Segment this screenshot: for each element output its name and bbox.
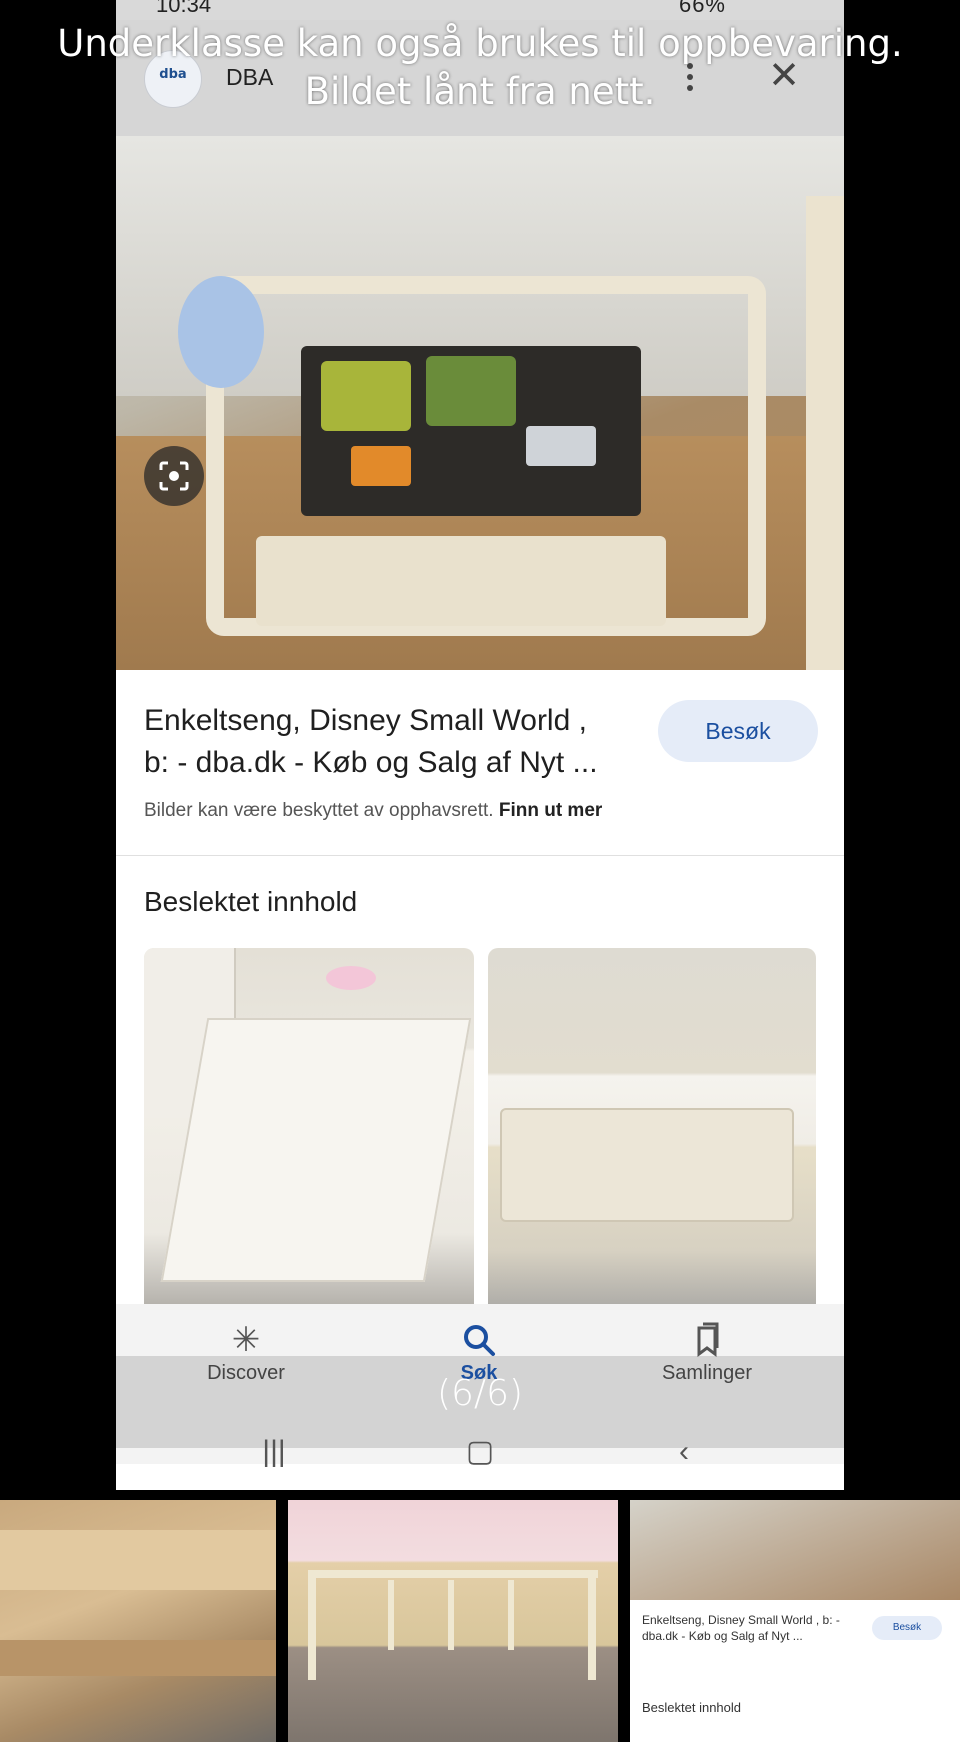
back-icon[interactable]: ‹	[664, 1432, 704, 1472]
result-title-line1: Enkeltseng, Disney Small World ,	[144, 704, 587, 737]
status-battery: 66%	[678, 0, 726, 17]
strip-visit-button: Besøk	[872, 1616, 942, 1640]
result-title[interactable]: Enkeltseng, Disney Small World , b: - db…	[144, 700, 614, 784]
visit-button[interactable]: Besøk	[658, 700, 818, 762]
main-image[interactable]	[116, 136, 844, 670]
copyright-text: Bilder kan være beskyttet av opphavsrett…	[144, 800, 494, 821]
bookmarks-icon	[627, 1322, 787, 1358]
strip-title: Enkeltseng, Disney Small World , b: - db…	[642, 1613, 840, 1643]
strip-heading: Beslektet innhold	[642, 1700, 742, 1715]
recent-apps-icon[interactable]: |||	[254, 1432, 294, 1472]
divider	[116, 855, 844, 856]
search-icon	[399, 1322, 559, 1358]
learn-more-link[interactable]: Finn ut mer	[499, 800, 602, 821]
home-icon[interactable]: ▢	[460, 1432, 500, 1472]
related-thumbnail-1[interactable]	[144, 948, 474, 1304]
phone-screenshot: 10:34 66% dba DBA ✕ Enkeltseng, Disney S…	[116, 0, 844, 1490]
gallery-counter: (6/6)	[436, 1373, 524, 1414]
status-bar: 10:34 66%	[116, 0, 844, 20]
gallery-thumbnail-6[interactable]: Enkeltseng, Disney Small World , b: - db…	[630, 1500, 960, 1742]
related-heading: Beslektet innhold	[144, 886, 358, 917]
status-time: 10:34	[156, 0, 212, 17]
related-thumbnail-2[interactable]	[488, 948, 816, 1304]
system-nav: ||| ▢ ‹	[116, 1414, 844, 1490]
result-title-line2: b: - dba.dk - Køb og Salg af Nyt ...	[144, 746, 598, 779]
gallery-thumbnail-4[interactable]	[0, 1500, 276, 1742]
asterisk-icon: ✳	[231, 1321, 261, 1359]
gallery-caption: Underklasse kan også brukes til oppbevar…	[57, 22, 903, 113]
gallery-thumbnail-5[interactable]	[288, 1500, 618, 1742]
lens-search-icon[interactable]	[144, 446, 204, 506]
copyright-notice: Bilder kan være beskyttet av opphavsrett…	[144, 800, 602, 822]
